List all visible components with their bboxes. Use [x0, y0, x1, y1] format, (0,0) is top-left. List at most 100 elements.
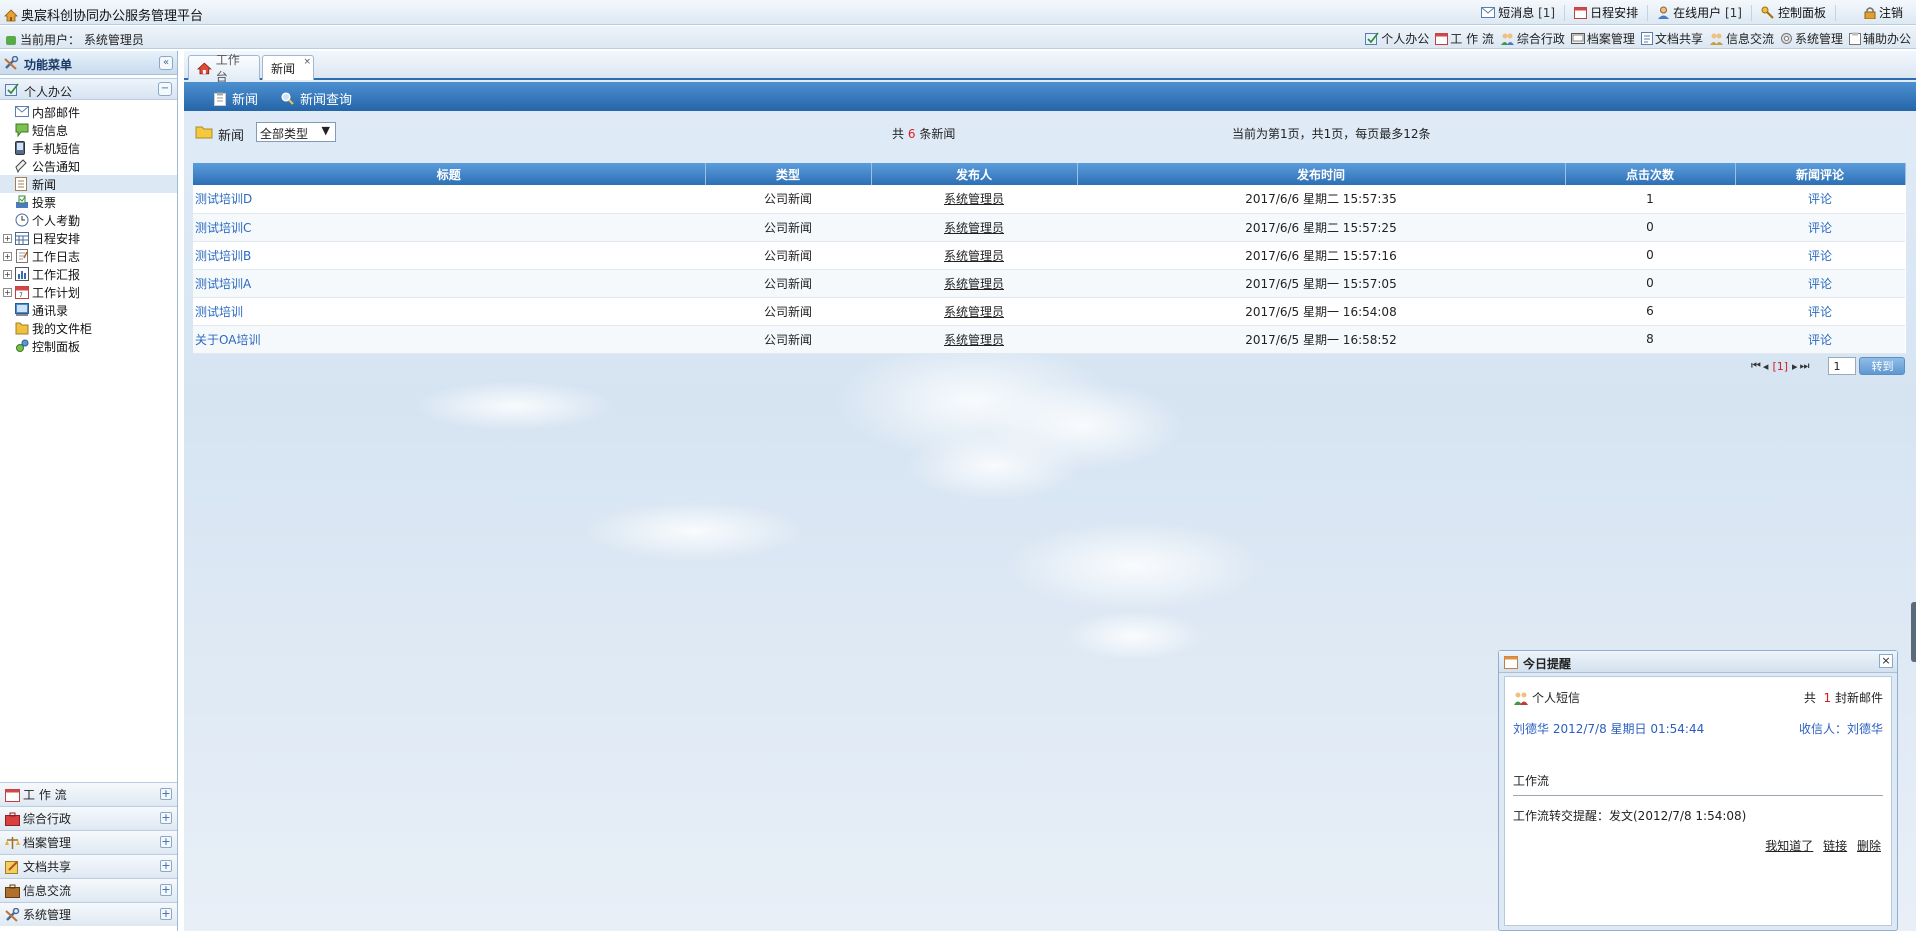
tab-news[interactable]: 新闻 ×	[262, 55, 314, 80]
first-page-icon[interactable]: ⏮	[1751, 359, 1761, 373]
expand-icon[interactable]: +	[3, 234, 12, 243]
publisher-link[interactable]: 系统管理员	[944, 192, 1004, 206]
module-system[interactable]: 系统管理	[1777, 30, 1846, 47]
last-page-icon[interactable]: ⏭	[1800, 359, 1810, 373]
new-mail-count[interactable]: 共 1 封新邮件	[1804, 689, 1883, 706]
col-header-comment[interactable]: 新闻评论	[1735, 163, 1906, 185]
publisher-link[interactable]: 系统管理员	[944, 305, 1004, 319]
publisher-link[interactable]: 系统管理员	[944, 333, 1004, 347]
news-title-link[interactable]: 测试培训C	[193, 213, 705, 242]
topnav-logout[interactable]: 注销	[1834, 4, 1912, 21]
news-title-link[interactable]: 测试培训D	[193, 185, 705, 214]
comment-link[interactable]: 评论	[1735, 241, 1905, 270]
comment-link[interactable]: 评论	[1735, 185, 1905, 214]
delete-link[interactable]: 删除	[1857, 839, 1881, 853]
reminder-panel: 今日提醒 × 个人短信 共 1 封新邮件 刘德华 2012/7/8 星期日 01…	[1498, 650, 1898, 931]
page-number-input[interactable]: 1	[1828, 357, 1857, 375]
publisher-link[interactable]: 系统管理员	[944, 249, 1004, 263]
comment-link[interactable]: 评论	[1735, 297, 1905, 326]
home-icon	[197, 62, 212, 74]
expand-icon[interactable]: +	[160, 908, 172, 920]
sidebar-module-archive[interactable]: 档案管理 +	[0, 830, 177, 854]
expand-icon[interactable]: +	[160, 884, 172, 896]
expand-icon[interactable]: +	[160, 812, 172, 824]
expand-icon[interactable]: +	[3, 270, 12, 279]
sidebar-item-calendar[interactable]: + 日程安排	[0, 229, 177, 247]
module-admin[interactable]: 综合行政	[1497, 30, 1568, 47]
goto-page-button[interactable]: 转到	[1859, 357, 1906, 375]
topnav-control-panel[interactable]: 控制面板	[1750, 4, 1835, 21]
news-title-link[interactable]: 关于OA培训	[193, 325, 705, 354]
expand-icon[interactable]: +	[160, 788, 172, 800]
topnav-calendar[interactable]: 日程安排	[1564, 4, 1647, 21]
col-header-publisher[interactable]: 发布人	[871, 163, 1078, 185]
reminder-close-button[interactable]: ×	[1879, 654, 1893, 668]
side-scroll-handle[interactable]	[1911, 602, 1916, 662]
sidebar-item-chat-bubble[interactable]: 短信息	[0, 121, 177, 139]
current-page[interactable]: [1]	[1772, 360, 1788, 373]
topnav-sms[interactable]: 短消息 [1]	[1472, 5, 1564, 21]
toolbar-news-button[interactable]: 新闻	[214, 89, 258, 108]
publisher-link[interactable]: 系统管理员	[944, 277, 1004, 291]
open-link[interactable]: 链接	[1823, 839, 1847, 853]
expand-icon[interactable]: +	[160, 836, 172, 848]
vote-icon	[15, 195, 30, 210]
sidebar-module-info-exchange[interactable]: 信息交流 +	[0, 878, 177, 902]
news-type-select[interactable]: 全部类型 ▼	[256, 122, 336, 142]
sidebar-item-settings[interactable]: 控制面板	[0, 337, 177, 355]
module-doc-share[interactable]: 文档共享	[1638, 30, 1706, 47]
sidebar-item-mail[interactable]: 内部邮件	[0, 103, 177, 121]
col-header-time[interactable]: 发布时间	[1077, 163, 1566, 185]
publisher-cell: 系统管理员	[871, 241, 1077, 270]
tab-close-icon[interactable]: ×	[303, 57, 311, 67]
comment-link[interactable]: 评论	[1735, 213, 1905, 242]
sidebar-item-mobile[interactable]: 手机短信	[0, 139, 177, 157]
toolbar-news-query-button[interactable]: 新闻查询	[281, 89, 352, 108]
sidebar-module-doc-share[interactable]: 文档共享 +	[0, 854, 177, 878]
module-info-exchange[interactable]: 信息交流	[1706, 30, 1777, 47]
sidebar-module-system[interactable]: 系统管理 +	[0, 902, 177, 926]
next-page-icon[interactable]: ▸	[1792, 360, 1798, 373]
news-title-link[interactable]: 测试培训A	[193, 269, 705, 298]
news-title-link[interactable]: 测试培训	[193, 297, 705, 326]
sidebar-item-notebook[interactable]: + 工作日志	[0, 247, 177, 265]
col-header-clicks[interactable]: 点击次数	[1565, 163, 1736, 185]
sidebar-item-folder[interactable]: 我的文件柜	[0, 319, 177, 337]
sidebar-item-plan-calendar[interactable]: +7 工作计划	[0, 283, 177, 301]
sidebar-item-vote[interactable]: 投票	[0, 193, 177, 211]
expand-icon[interactable]: +	[160, 860, 172, 872]
module-archive[interactable]: 档案管理	[1568, 30, 1638, 47]
sidebar-item-pen[interactable]: 公告通知	[0, 157, 177, 175]
acknowledge-link[interactable]: 我知道了	[1765, 839, 1813, 853]
background-cloud	[904, 431, 1084, 501]
sidebar-item-newspaper[interactable]: 新闻	[0, 175, 177, 193]
sidebar-item-address-book[interactable]: 通讯录	[0, 301, 177, 319]
folder-icon	[15, 321, 30, 336]
sms-sender-line[interactable]: 刘德华 2012/7/8 星期日 01:54:44	[1513, 720, 1704, 737]
prev-page-icon[interactable]: ◂	[1763, 360, 1769, 373]
publisher-link[interactable]: 系统管理员	[944, 221, 1004, 235]
topnav-online-users[interactable]: 在线用户 [1]	[1647, 4, 1751, 21]
sidebar-item-bar-chart[interactable]: + 工作汇报	[0, 265, 177, 283]
comment-link[interactable]: 评论	[1735, 325, 1905, 354]
sidebar-item-label: 短信息	[32, 123, 69, 138]
col-header-type[interactable]: 类型	[705, 163, 872, 185]
news-title-link[interactable]: 测试培训B	[193, 241, 705, 270]
expand-icon[interactable]: +	[3, 252, 12, 261]
newspaper-icon	[15, 176, 30, 192]
module-aux-office[interactable]: 辅助办公	[1846, 30, 1914, 47]
expand-icon[interactable]: +	[3, 288, 12, 297]
group-toggle-button[interactable]: −	[158, 82, 172, 96]
sidebar-group-personal-office[interactable]: 个人办公 −	[0, 78, 177, 100]
sidebar-item-label: 我的文件柜	[32, 321, 93, 336]
comment-link[interactable]: 评论	[1735, 269, 1905, 298]
sidebar-collapse-button[interactable]: «	[159, 56, 173, 70]
sidebar-item-clock[interactable]: 个人考勤	[0, 211, 177, 229]
col-header-title[interactable]: 标题	[193, 163, 706, 185]
sidebar-module-admin[interactable]: 综合行政 +	[0, 806, 177, 830]
tab-workbench[interactable]: 工作台	[188, 53, 260, 84]
people-icon	[1709, 33, 1723, 45]
module-personal-office[interactable]: 个人办公	[1362, 30, 1432, 47]
module-workflow[interactable]: 工 作 流	[1432, 30, 1497, 47]
sidebar-module-workflow[interactable]: 工 作 流 +	[0, 782, 177, 806]
